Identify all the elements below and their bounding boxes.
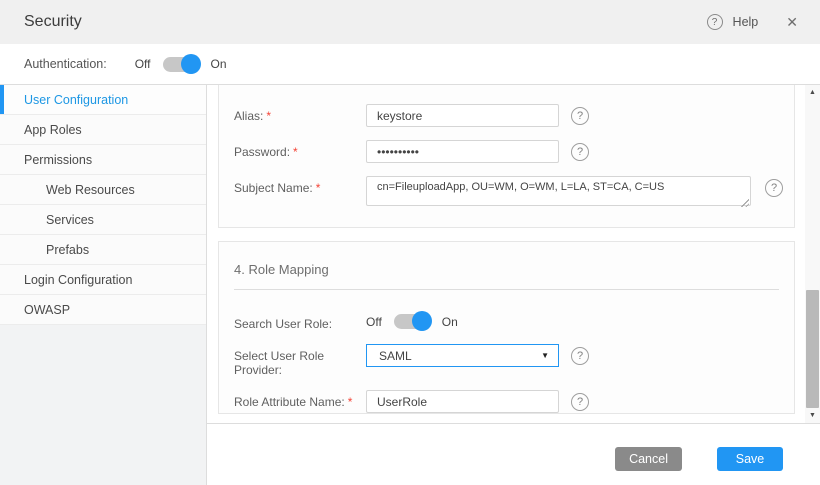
alias-row: Alias:* ? xyxy=(219,104,794,127)
alias-label-text: Alias: xyxy=(234,109,263,123)
section-divider xyxy=(234,289,779,290)
sidebar-item-label: Services xyxy=(46,213,94,227)
subject-name-textarea-wrap: cn=FileuploadApp, OU=WM, O=WM, L=LA, ST=… xyxy=(366,176,751,211)
sidebar-item-login-configuration[interactable]: Login Configuration xyxy=(0,265,206,295)
search-user-role-toggle-group: Off On xyxy=(366,312,458,329)
sidebar-item-label: Web Resources xyxy=(46,183,135,197)
alias-label: Alias:* xyxy=(234,104,366,123)
authentication-toggle-group: Off On xyxy=(135,57,227,72)
role-attribute-input[interactable] xyxy=(366,390,559,413)
required-asterisk: * xyxy=(348,395,353,409)
security-dialog: Security ? Help ✕ Authentication: Off On… xyxy=(0,0,820,485)
password-input[interactable] xyxy=(366,140,559,163)
password-help-icon[interactable]: ? xyxy=(571,143,589,161)
resize-grip-icon[interactable] xyxy=(740,198,749,207)
sidebar-item-user-configuration[interactable]: User Configuration xyxy=(0,85,206,115)
help-icon[interactable]: ? xyxy=(707,14,723,30)
close-icon[interactable]: ✕ xyxy=(782,12,802,33)
authentication-toggle[interactable] xyxy=(163,57,199,72)
password-label: Password:* xyxy=(234,140,366,159)
search-user-role-label: Search User Role: xyxy=(234,312,366,331)
toggle-knob xyxy=(412,311,432,331)
vertical-scrollbar[interactable]: ▲ ▼ xyxy=(805,85,820,423)
sidebar-item-permissions[interactable]: Permissions xyxy=(0,145,206,175)
role-attribute-help-icon[interactable]: ? xyxy=(571,393,589,411)
authentication-on-label: On xyxy=(211,57,227,71)
sidebar-item-label: Permissions xyxy=(24,153,92,167)
required-asterisk: * xyxy=(293,145,298,159)
search-user-role-toggle[interactable] xyxy=(394,314,430,329)
user-role-provider-label: Select User Role Provider: xyxy=(234,344,366,377)
certificate-card: Alias:* ? Password:* ? Sub xyxy=(218,85,795,228)
scroll-down-icon[interactable]: ▼ xyxy=(805,408,820,423)
authentication-label: Authentication: xyxy=(24,57,107,71)
role-attribute-label-text: Role Attribute Name: xyxy=(234,395,345,409)
sidebar-item-label: Login Configuration xyxy=(24,273,132,287)
password-label-text: Password: xyxy=(234,145,290,159)
sidebar-item-web-resources[interactable]: Web Resources xyxy=(0,175,206,205)
main-panel: Alias:* ? Password:* ? Sub xyxy=(207,85,820,485)
role-mapping-section-title: 4. Role Mapping xyxy=(234,262,779,277)
role-mapping-card: 4. Role Mapping Search User Role: Off On xyxy=(218,241,795,414)
user-role-provider-help-icon[interactable]: ? xyxy=(571,347,589,365)
sidebar-empty-area xyxy=(0,325,206,485)
scroll-up-icon[interactable]: ▲ xyxy=(805,85,820,100)
dialog-body: User Configuration App Roles Permissions… xyxy=(0,85,820,485)
subject-name-row: Subject Name:* cn=FileuploadApp, OU=WM, … xyxy=(219,176,794,211)
alias-input[interactable] xyxy=(366,104,559,127)
user-role-provider-value: SAML xyxy=(379,349,412,363)
dialog-header: Security ? Help ✕ xyxy=(0,0,820,44)
authentication-off-label: Off xyxy=(135,57,151,71)
authentication-bar: Authentication: Off On xyxy=(0,44,820,85)
required-asterisk: * xyxy=(266,109,271,123)
required-asterisk: * xyxy=(316,181,321,195)
user-role-provider-row: Select User Role Provider: SAML ▼ ? xyxy=(219,344,794,377)
subject-name-label-text: Subject Name: xyxy=(234,181,313,195)
dialog-footer: Cancel Save xyxy=(207,423,820,485)
page-title: Security xyxy=(24,13,82,31)
sidebar-item-label: App Roles xyxy=(24,123,82,137)
sidebar-item-owasp[interactable]: OWASP xyxy=(0,295,206,325)
user-role-provider-select[interactable]: SAML ▼ xyxy=(366,344,559,367)
sidebar-item-label: Prefabs xyxy=(46,243,89,257)
scrollbar-thumb[interactable] xyxy=(806,290,819,408)
toggle-knob xyxy=(181,54,201,74)
subject-name-textarea[interactable]: cn=FileuploadApp, OU=WM, O=WM, L=LA, ST=… xyxy=(366,176,751,206)
sidebar-item-services[interactable]: Services xyxy=(0,205,206,235)
sidebar-item-label: OWASP xyxy=(24,303,70,317)
search-user-role-on-label: On xyxy=(442,315,458,329)
header-actions: ? Help ✕ xyxy=(707,12,802,33)
form-scroll-area: Alias:* ? Password:* ? Sub xyxy=(207,85,820,423)
sidebar-item-app-roles[interactable]: App Roles xyxy=(0,115,206,145)
password-row: Password:* ? xyxy=(219,140,794,163)
alias-help-icon[interactable]: ? xyxy=(571,107,589,125)
role-attribute-label: Role Attribute Name:* xyxy=(234,390,366,409)
help-link[interactable]: Help xyxy=(733,15,759,29)
subject-name-help-icon[interactable]: ? xyxy=(765,179,783,197)
subject-name-label: Subject Name:* xyxy=(234,176,366,195)
cancel-button[interactable]: Cancel xyxy=(615,447,682,471)
security-sidebar: User Configuration App Roles Permissions… xyxy=(0,85,207,485)
chevron-down-icon: ▼ xyxy=(541,351,549,360)
search-user-role-off-label: Off xyxy=(366,315,382,329)
search-user-role-row: Search User Role: Off On xyxy=(219,312,794,331)
sidebar-item-prefabs[interactable]: Prefabs xyxy=(0,235,206,265)
role-attribute-row: Role Attribute Name:* ? xyxy=(219,390,794,413)
save-button[interactable]: Save xyxy=(717,447,783,471)
sidebar-item-label: User Configuration xyxy=(24,93,128,107)
